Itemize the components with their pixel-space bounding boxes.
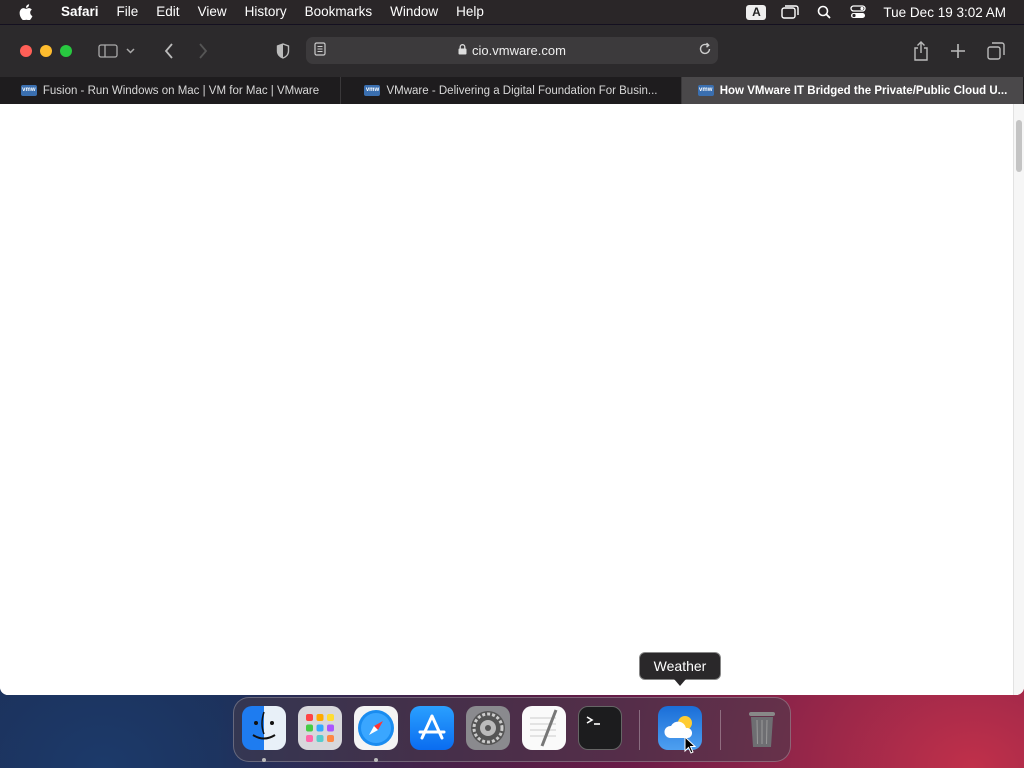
vmware-favicon-icon: vmw [364,85,381,96]
tab-title: How VMware IT Bridged the Private/Public… [719,84,1008,97]
menu-file[interactable]: File [108,0,148,24]
tab-fusion[interactable]: vmw Fusion - Run Windows on Mac | VM for… [0,77,341,104]
sidebar-toggle-icon[interactable] [95,39,121,63]
minimize-window-button[interactable] [40,45,52,57]
safari-window: cio.vmware.com vmw Fusion - Run Windows … [0,25,1024,695]
tab-title: VMware - Delivering a Digital Foundation… [386,84,658,97]
finder-icon[interactable] [242,706,286,750]
input-source-badge: A [746,4,767,20]
scrollbar-thumb[interactable] [1016,120,1022,172]
dock [233,697,791,762]
tooltip-pointer [674,679,686,686]
vmware-favicon-icon: vmw [697,85,714,96]
tab-vmware-home[interactable]: vmw VMware - Delivering a Digital Founda… [341,77,682,104]
menu-help[interactable]: Help [447,0,493,24]
tab-overview-icon[interactable] [983,39,1009,63]
menu-bar: Safari File Edit View History Bookmarks … [0,0,1024,24]
lock-icon [458,43,467,58]
menu-clock[interactable]: Tue Dec 19 3:02 AM [875,5,1024,20]
menu-view[interactable]: View [189,0,236,24]
control-center-icon[interactable] [841,0,875,24]
app-store-icon[interactable] [410,706,454,750]
system-preferences-icon[interactable] [466,706,510,750]
menu-window[interactable]: Window [381,0,447,24]
menu-app-name[interactable]: Safari [52,0,108,24]
textedit-icon[interactable] [522,706,566,750]
menu-edit[interactable]: Edit [147,0,188,24]
web-content-area[interactable] [0,104,1024,695]
vertical-scrollbar[interactable] [1013,104,1024,695]
dock-separator [639,710,640,750]
chevron-down-icon[interactable] [123,39,137,63]
menu-bookmarks[interactable]: Bookmarks [296,0,382,24]
apple-menu-icon[interactable] [0,0,52,24]
privacy-shield-icon[interactable] [270,39,296,63]
forward-arrow-icon[interactable] [190,39,216,63]
close-window-button[interactable] [20,45,32,57]
safari-running-indicator [374,758,378,762]
launchpad-icon[interactable] [298,706,342,750]
zoom-window-button[interactable] [60,45,72,57]
safari-icon[interactable] [354,706,398,750]
tab-vmware-it-cloud[interactable]: vmw How VMware IT Bridged the Private/Pu… [682,77,1023,104]
browser-toolbar: cio.vmware.com [0,25,1024,77]
dock-separator [720,710,721,750]
tab-bar: vmw Fusion - Run Windows on Mac | VM for… [0,77,1024,104]
reader-view-icon[interactable] [314,42,326,59]
screen-mirroring-icon[interactable] [773,0,807,24]
spotlight-search-icon[interactable] [807,0,841,24]
new-tab-plus-icon[interactable] [945,39,971,63]
menu-history[interactable]: History [236,0,296,24]
input-source-icon[interactable]: A [739,0,773,24]
back-arrow-icon[interactable] [156,39,182,63]
address-url: cio.vmware.com [472,43,566,58]
mouse-pointer-icon [684,735,697,759]
tab-title: Fusion - Run Windows on Mac | VM for Mac… [42,84,320,97]
reload-icon[interactable] [698,42,712,59]
trash-icon[interactable] [740,706,784,750]
terminal-icon[interactable] [578,706,622,750]
address-bar[interactable]: cio.vmware.com [306,37,718,64]
dock-tooltip: Weather [639,652,721,680]
share-icon[interactable] [908,39,934,63]
vmware-favicon-icon: vmw [20,85,37,96]
finder-running-indicator [262,758,266,762]
